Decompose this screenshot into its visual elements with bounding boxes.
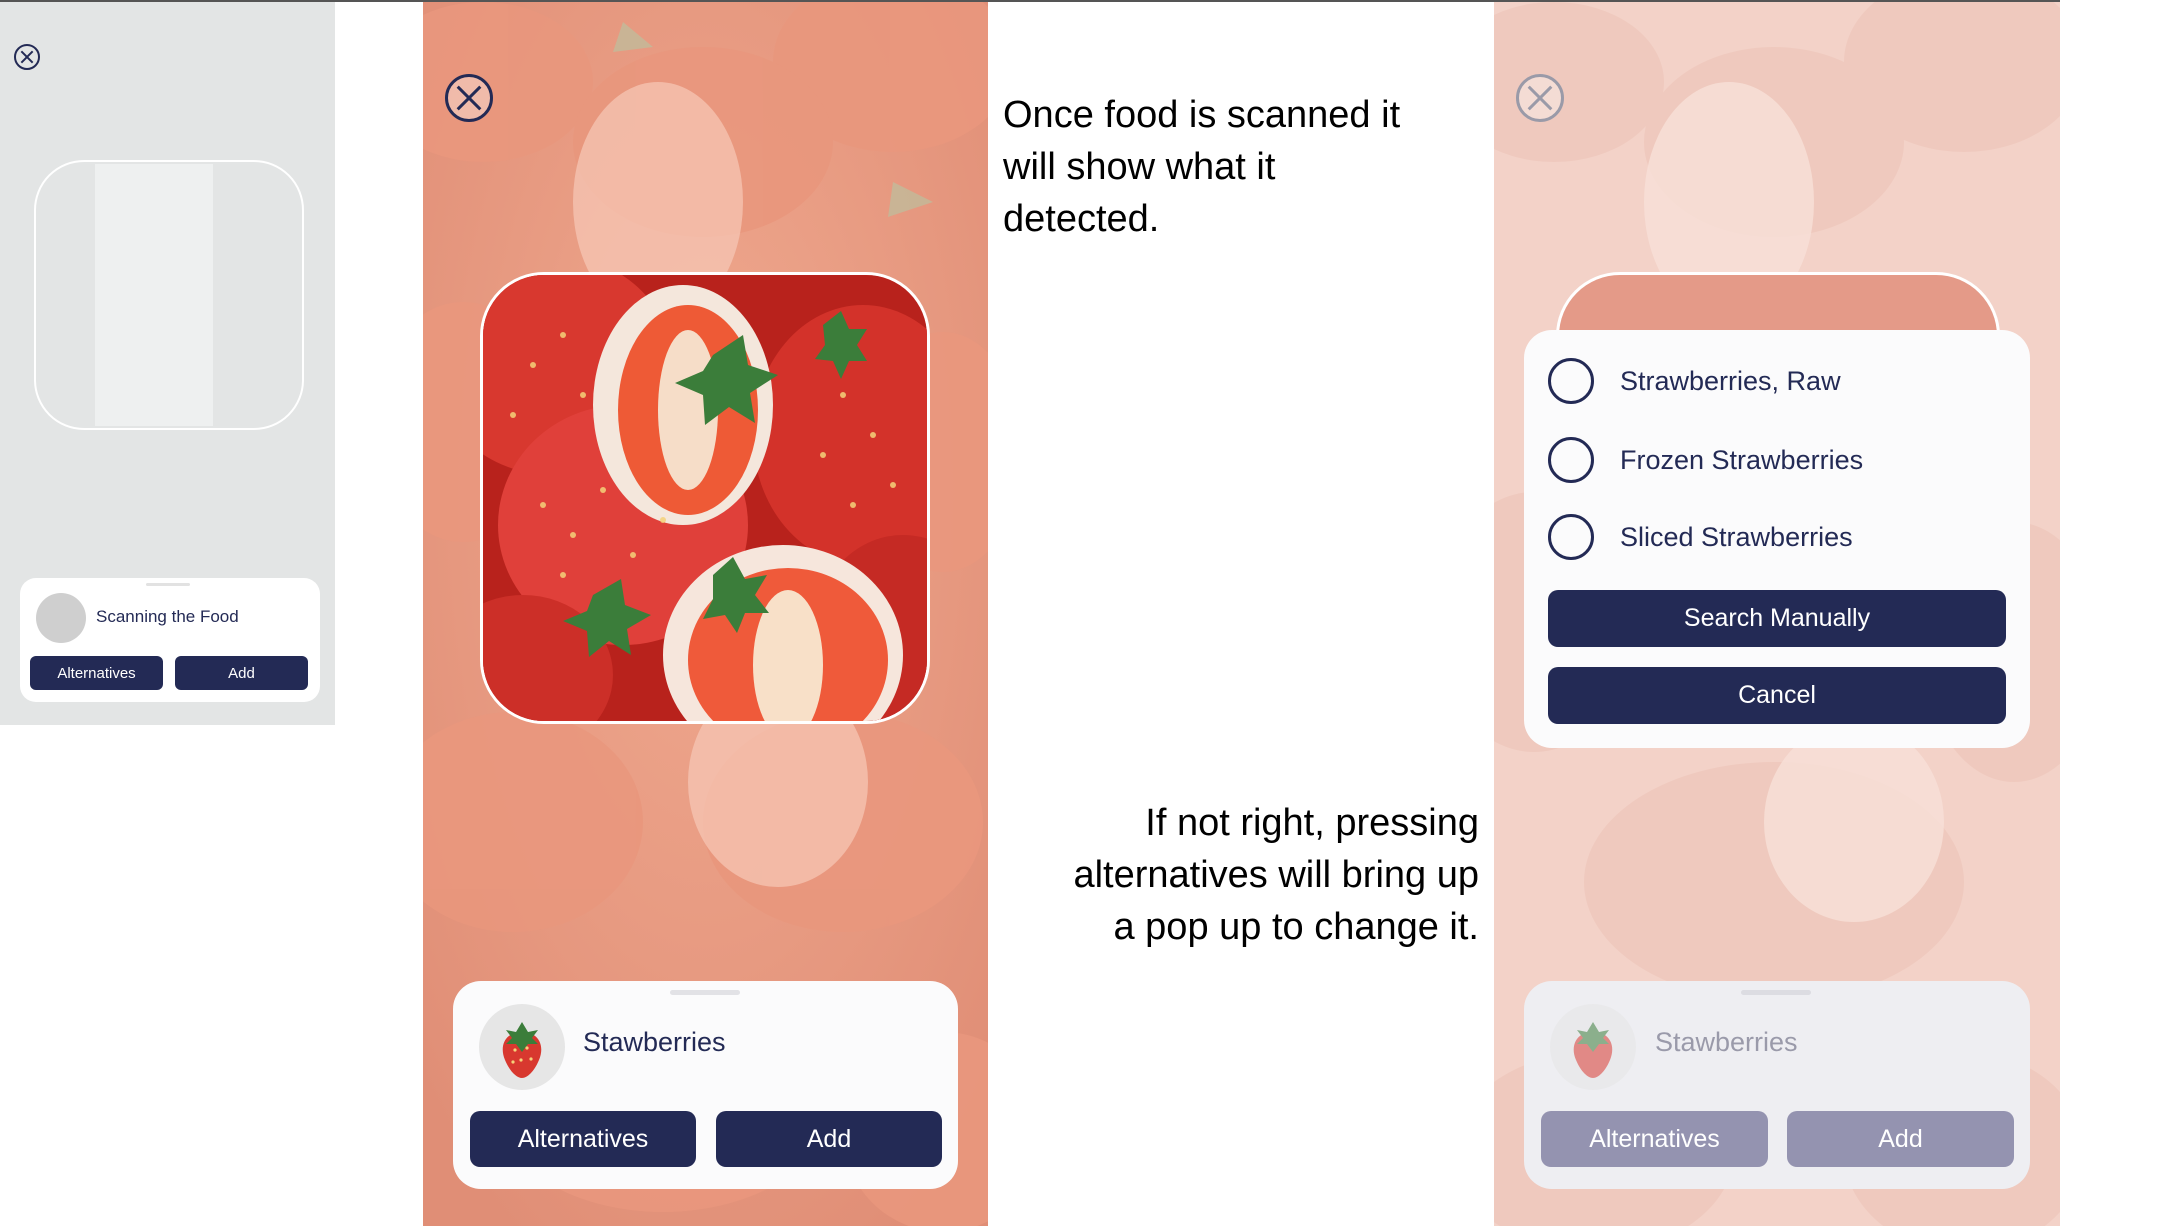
- annotation-line: alternatives will bring up: [1073, 854, 1479, 896]
- annotation-alternatives: If not right, pressing alternatives will…: [1073, 797, 1479, 953]
- scan-frame: [34, 160, 304, 430]
- detected-food-name: Stawberries: [583, 1027, 726, 1057]
- add-button[interactable]: Add: [175, 656, 308, 690]
- food-thumbnail-placeholder: [36, 593, 86, 643]
- option-label: Frozen Strawberries: [1620, 444, 1864, 475]
- close-icon[interactable]: [1516, 74, 1564, 122]
- radio-button[interactable]: [1548, 358, 1594, 404]
- alternatives-button[interactable]: Alternatives: [1541, 1111, 1768, 1167]
- strawberry-icon: [479, 1004, 565, 1090]
- annotation-detected: Once food is scanned it will show what i…: [1003, 89, 1400, 245]
- alternatives-button[interactable]: Alternatives: [30, 656, 163, 690]
- radio-button[interactable]: [1548, 437, 1594, 483]
- annotation-line: detected.: [1003, 198, 1160, 240]
- annotation-line: If not right, pressing: [1145, 802, 1479, 844]
- close-icon[interactable]: [445, 74, 493, 122]
- scanning-status-text: Scanning the Food: [96, 607, 239, 626]
- strawberries-closeup-photo: [483, 275, 927, 721]
- drag-handle[interactable]: [146, 583, 190, 586]
- option-label: Strawberries, Raw: [1620, 365, 1841, 396]
- close-icon[interactable]: [14, 44, 40, 70]
- add-button[interactable]: Add: [1787, 1111, 2014, 1167]
- option-label: Sliced Strawberries: [1620, 521, 1853, 552]
- scan-window: [480, 272, 930, 724]
- drag-handle[interactable]: [670, 990, 740, 995]
- option-sliced-strawberries[interactable]: Sliced Strawberries: [1548, 513, 1853, 561]
- strawberry-icon: [1550, 1004, 1636, 1090]
- option-frozen-strawberries[interactable]: Frozen Strawberries: [1548, 436, 1863, 484]
- cancel-button[interactable]: Cancel: [1548, 667, 2006, 724]
- radio-button[interactable]: [1548, 514, 1594, 560]
- alternatives-button[interactable]: Alternatives: [470, 1111, 696, 1167]
- annotation-line: will show what it: [1003, 146, 1276, 188]
- option-strawberries-raw[interactable]: Strawberries, Raw: [1548, 357, 1841, 405]
- annotation-line: Once food is scanned it: [1003, 94, 1401, 136]
- detected-food-name: Stawberries: [1655, 1027, 1798, 1057]
- drag-handle[interactable]: [1741, 990, 1811, 995]
- add-button[interactable]: Add: [716, 1111, 942, 1167]
- search-manually-button[interactable]: Search Manually: [1548, 590, 2006, 647]
- annotation-line: a pop up to change it.: [1113, 906, 1479, 948]
